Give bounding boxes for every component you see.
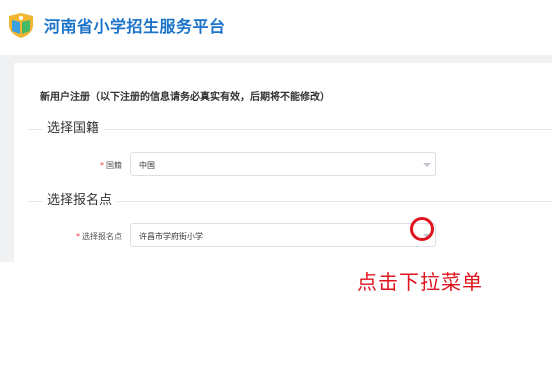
field-label-text: 国籍 [106,161,122,170]
chevron-down-icon[interactable] [423,163,431,167]
form-title: 新用户注册（以下注册的信息请务必真实有效，后期将不能修改） [40,92,330,103]
instruction-annotation: 点击下拉菜单 [357,270,483,294]
section-school: 选择报名点 [28,192,552,210]
nationality-select[interactable]: 中国 [130,152,436,176]
field-label-nationality: * 国籍 [82,160,122,171]
section-title-school: 选择报名点 [42,192,118,210]
required-mark: * [100,161,104,170]
nationality-select-value: 中国 [139,161,155,170]
required-mark: * [76,232,80,241]
dropdown-highlight-circle [410,217,434,241]
school-select-value: 许昌市学府街小学 [139,232,203,241]
site-header: 河南省小学招生服务平台 [0,0,552,50]
section-title-nationality: 选择国籍 [42,120,105,138]
site-title: 河南省小学招生服务平台 [44,17,226,36]
section-divider [28,129,552,130]
page: 河南省小学招生服务平台 新用户注册（以下注册的信息请务必真实有效，后期将不能修改… [0,0,552,375]
field-label-school: * 选择报名点 [58,231,122,242]
book-shield-logo-icon [9,13,33,38]
section-nationality: 选择国籍 [28,120,552,138]
field-label-text: 选择报名点 [82,232,122,241]
school-select[interactable]: 许昌市学府街小学 [130,223,436,247]
